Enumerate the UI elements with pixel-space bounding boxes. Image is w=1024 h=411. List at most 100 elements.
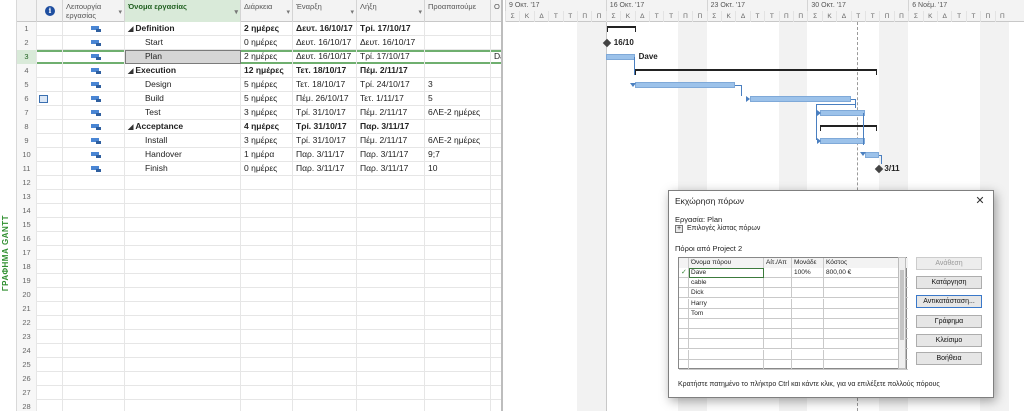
resource-request-cell[interactable] — [764, 288, 792, 299]
resource-row[interactable] — [679, 329, 908, 340]
expand-options-button[interactable]: + — [675, 225, 683, 233]
pred-cell[interactable] — [425, 36, 491, 50]
empty-cell[interactable] — [491, 232, 501, 246]
assigned-check-icon[interactable] — [679, 329, 689, 340]
empty-cell[interactable] — [357, 260, 425, 274]
row-number[interactable]: 9 — [17, 134, 37, 148]
resource-name-cell[interactable]: Dick — [689, 288, 764, 299]
empty-cell[interactable] — [293, 288, 357, 302]
assigned-check-icon[interactable]: ✓ — [679, 268, 689, 278]
summary-bar-execution[interactable] — [634, 69, 878, 75]
column-header-start[interactable]: Έναρξη ▾ — [293, 0, 357, 22]
row-number[interactable]: 22 — [17, 316, 37, 330]
duration-cell[interactable]: 0 ημέρες — [241, 162, 293, 176]
empty-cell[interactable] — [293, 372, 357, 386]
empty-cell[interactable] — [425, 302, 491, 316]
pred-cell[interactable] — [425, 50, 491, 64]
summary-bar-definition[interactable] — [606, 26, 636, 32]
empty-cell[interactable] — [357, 246, 425, 260]
select-all-corner[interactable] — [17, 0, 37, 22]
resource-units-cell[interactable]: 100% — [792, 268, 824, 278]
resource-cost-cell[interactable]: 800,00 € — [824, 268, 908, 278]
empty-cell[interactable] — [37, 246, 63, 260]
task-mode-cell[interactable] — [63, 120, 125, 134]
column-header-cost[interactable]: Κόστος — [824, 258, 908, 268]
indicators-cell[interactable] — [37, 92, 63, 106]
scrollbar-thumb[interactable] — [900, 270, 904, 340]
resource-name-cell[interactable] — [689, 329, 764, 340]
table-row[interactable]: 7 Test 3 ημέρες Τρί. 31/10/17 Πέμ. 2/11/17 6Λ… — [17, 106, 501, 120]
empty-cell[interactable] — [425, 330, 491, 344]
resource-name-cell[interactable]: cable — [689, 278, 764, 289]
help-button[interactable]: Βοήθεια — [916, 352, 982, 365]
finish-cell[interactable]: Πέμ. 2/11/17 — [357, 106, 425, 120]
table-row[interactable]: 10 Handover 1 ημέρα Παρ. 3/11/17 Παρ. 3/11/1… — [17, 148, 501, 162]
resource-row[interactable]: Dick — [679, 288, 908, 299]
empty-cell[interactable] — [125, 232, 241, 246]
indicators-cell[interactable] — [37, 148, 63, 162]
task-bar-plan[interactable] — [605, 54, 635, 60]
empty-cell[interactable] — [425, 386, 491, 400]
empty-cell[interactable] — [37, 260, 63, 274]
empty-cell[interactable] — [63, 288, 125, 302]
resource-row[interactable] — [679, 339, 908, 350]
task-name-cell[interactable]: Build — [125, 92, 241, 106]
row-number[interactable]: 17 — [17, 246, 37, 260]
collapse-icon[interactable]: ◢ — [128, 68, 133, 75]
empty-cell[interactable] — [125, 358, 241, 372]
finish-cell[interactable]: Τρί. 17/10/17 — [357, 50, 425, 64]
empty-cell[interactable] — [357, 386, 425, 400]
empty-cell[interactable] — [425, 358, 491, 372]
task-mode-cell[interactable] — [63, 106, 125, 120]
empty-cell[interactable] — [425, 232, 491, 246]
empty-cell[interactable] — [491, 274, 501, 288]
table-row[interactable]: 20 — [17, 288, 501, 302]
empty-cell[interactable] — [491, 316, 501, 330]
start-cell[interactable]: Δευτ. 16/10/17 — [293, 36, 357, 50]
res-cell[interactable]: Da — [491, 50, 501, 64]
resource-request-cell[interactable] — [764, 359, 792, 370]
assign-button[interactable]: Ανάθεση — [916, 257, 982, 270]
duration-cell[interactable]: 5 ημέρες — [241, 92, 293, 106]
column-header-indicators[interactable]: i — [37, 0, 63, 22]
resource-request-cell[interactable] — [764, 298, 792, 309]
res-cell[interactable] — [491, 78, 501, 92]
empty-cell[interactable] — [491, 330, 501, 344]
milestone-start-label[interactable]: 16/10 — [614, 38, 634, 47]
empty-cell[interactable] — [37, 190, 63, 204]
empty-cell[interactable] — [241, 260, 293, 274]
resource-cost-cell[interactable] — [824, 350, 908, 360]
row-number[interactable]: 13 — [17, 190, 37, 204]
resource-row[interactable] — [679, 359, 908, 370]
empty-cell[interactable] — [125, 344, 241, 358]
task-name-cell[interactable]: Start — [125, 36, 241, 50]
row-number[interactable]: 2 — [17, 36, 37, 50]
close-icon[interactable]: ✕ — [973, 194, 987, 208]
task-mode-cell[interactable] — [63, 22, 125, 36]
row-number[interactable]: 15 — [17, 218, 37, 232]
empty-cell[interactable] — [357, 176, 425, 190]
empty-cell[interactable] — [125, 386, 241, 400]
row-number[interactable]: 10 — [17, 148, 37, 162]
empty-cell[interactable] — [241, 274, 293, 288]
empty-cell[interactable] — [63, 316, 125, 330]
empty-cell[interactable] — [37, 232, 63, 246]
resource-name-cell[interactable] — [689, 339, 764, 350]
task-mode-cell[interactable] — [63, 162, 125, 176]
task-mode-cell[interactable] — [63, 148, 125, 162]
empty-cell[interactable] — [241, 176, 293, 190]
empty-cell[interactable] — [491, 344, 501, 358]
duration-cell[interactable]: 2 ημέρες — [241, 50, 293, 64]
empty-cell[interactable] — [357, 330, 425, 344]
row-number[interactable]: 19 — [17, 274, 37, 288]
res-cell[interactable] — [491, 162, 501, 176]
resource-request-cell[interactable] — [764, 308, 792, 319]
task-bar-install[interactable] — [819, 138, 865, 144]
start-cell[interactable]: Τρί. 31/10/17 — [293, 120, 357, 134]
row-number[interactable]: 6 — [17, 92, 37, 106]
row-number[interactable]: 25 — [17, 358, 37, 372]
row-number[interactable]: 7 — [17, 106, 37, 120]
column-header-resources[interactable]: Ο — [491, 0, 501, 22]
empty-cell[interactable] — [425, 274, 491, 288]
resource-grid[interactable]: Όνομα πόρου Αίτ./Απ Μονάδε Κόστος ✓ Dave 1… — [678, 257, 908, 370]
